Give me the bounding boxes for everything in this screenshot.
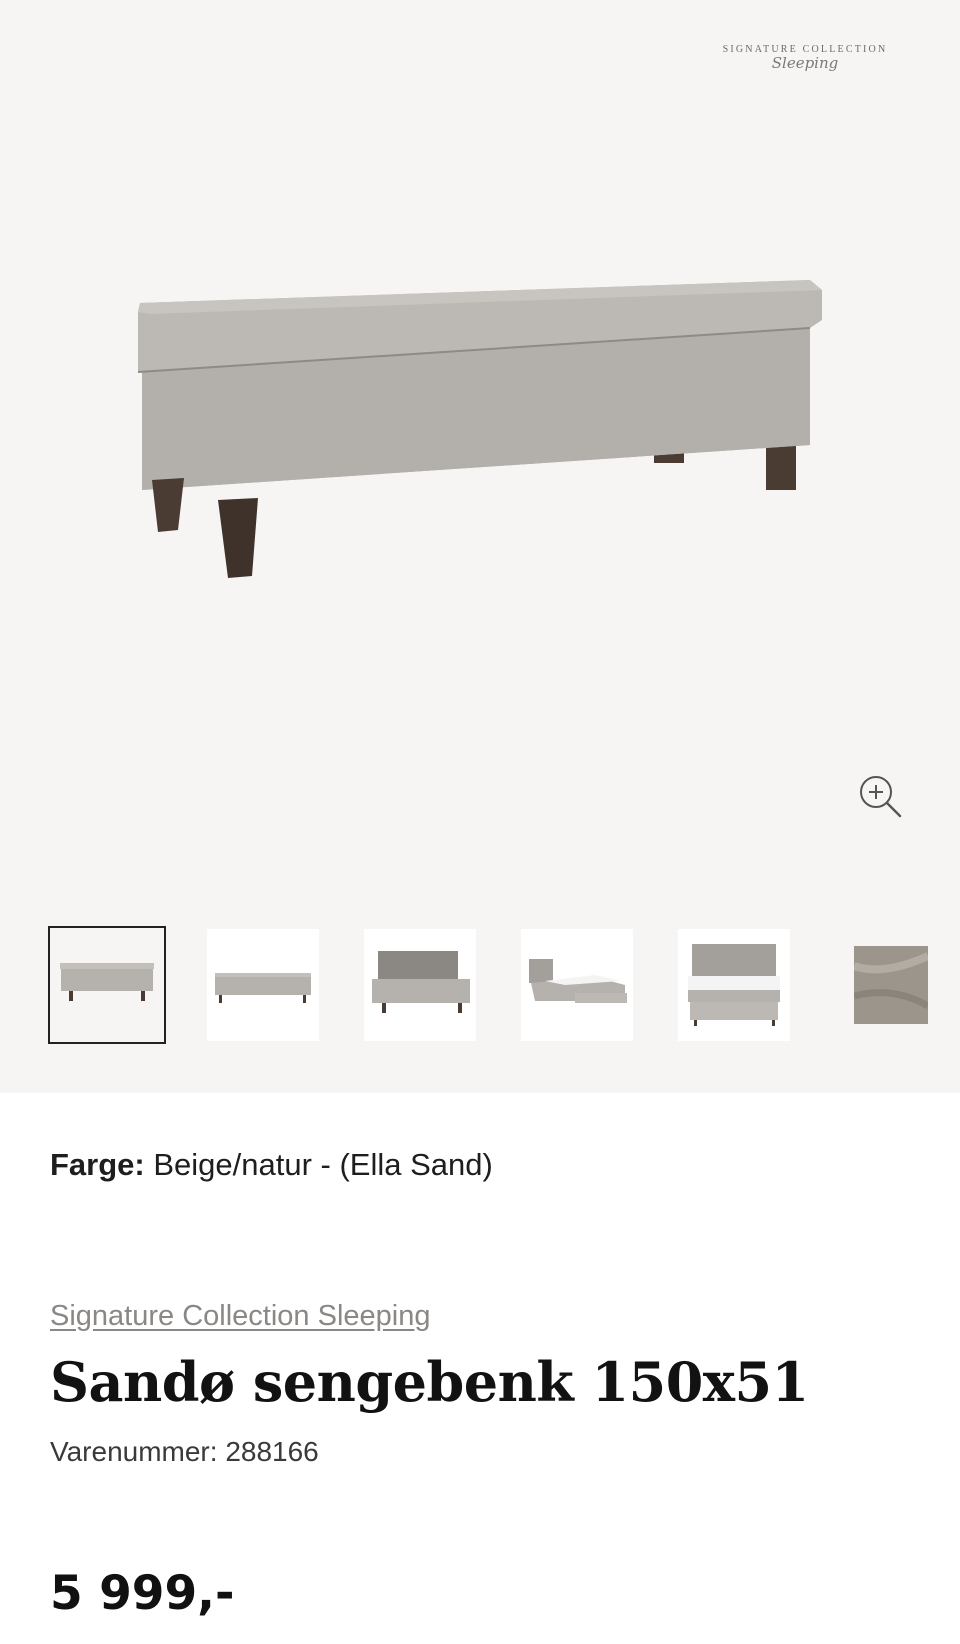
product-gallery: SIGNATURE COLLECTION Sleeping xyxy=(0,0,960,1093)
thumbnail-bench-with-bed-front[interactable] xyxy=(675,926,793,1044)
brand-logo-line2: Sleeping xyxy=(771,54,839,72)
brand-link[interactable]: Signature Collection Sleeping xyxy=(50,1300,910,1333)
thumbnail-bench-front[interactable] xyxy=(48,926,166,1044)
thumbnail-bench-open-lid[interactable] xyxy=(361,926,479,1044)
brand-logo: SIGNATURE COLLECTION Sleeping xyxy=(720,44,890,80)
product-price: 5 999,- xyxy=(50,1566,235,1621)
color-selection: Farge: Beige/natur - (Ella Sand) xyxy=(50,1147,910,1183)
zoom-button[interactable] xyxy=(856,772,904,820)
thumbnail-bench-with-bed-angle[interactable] xyxy=(518,926,636,1044)
thumbnail-bench-side[interactable] xyxy=(204,926,322,1044)
main-product-image[interactable] xyxy=(110,240,850,640)
product-sku: Varenummer: 288166 xyxy=(50,1436,319,1467)
zoom-in-icon xyxy=(860,776,902,818)
color-label: Farge: xyxy=(50,1147,145,1182)
product-title: Sandø sengebenk 150x51 xyxy=(50,1350,809,1414)
thumbnail-fabric-swatch[interactable] xyxy=(832,926,950,1044)
color-value: Beige/natur - (Ella Sand) xyxy=(153,1147,493,1182)
